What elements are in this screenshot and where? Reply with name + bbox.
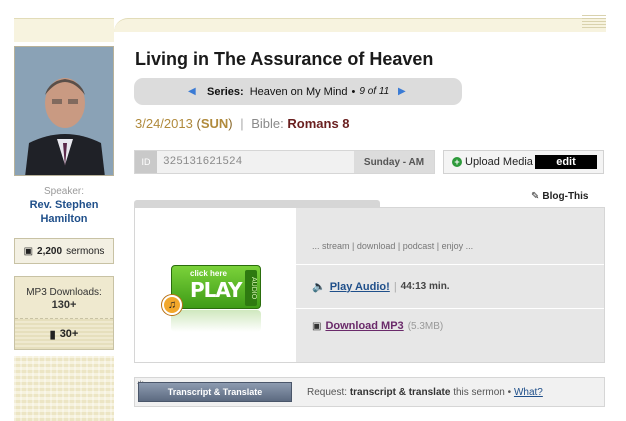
series-label: Series: — [207, 85, 244, 98]
request-suffix: this sermon • — [453, 387, 512, 398]
download-mp3-link[interactable]: Download MP3 — [325, 320, 403, 332]
audio-duration: 44:13 min. — [400, 281, 450, 292]
dateline-separator: | — [240, 116, 244, 131]
sermons-label: sermons — [66, 245, 105, 257]
id-tag: ID — [135, 151, 157, 173]
sermon-day: SUN — [200, 116, 229, 131]
play-audio-button[interactable]: click here PLAY AUDIO — [171, 265, 261, 309]
series-navigator: ◀ Series: Heaven on My Mind • 9 of 11 ▶ — [134, 78, 462, 105]
event-type: Sunday - AM — [354, 151, 434, 173]
edit-button[interactable]: edit — [535, 155, 597, 169]
pen-icon: ✎ — [531, 191, 540, 202]
series-prev-arrow-icon[interactable]: ◀ — [188, 86, 196, 97]
sermons-count: 2,200 — [37, 245, 63, 257]
transcript-bar: ✳ Transcript & Translate Request: transc… — [134, 377, 605, 407]
audio-label: AUDIO — [245, 270, 257, 306]
blog-this-label: Blog-This — [542, 191, 589, 202]
blog-this-link[interactable]: ✎ Blog-This — [531, 191, 589, 202]
play-area: click here PLAY AUDIO ♫ — [135, 208, 296, 362]
upload-media-box: + Upload Media edit — [443, 150, 604, 174]
top-stripes-decoration — [582, 14, 606, 28]
sermon-title: Living in The Assurance of Heaven — [135, 49, 434, 69]
sermons-icon: ▣ — [23, 245, 34, 257]
speaker-label: Speaker: — [43, 186, 85, 197]
speaker-name-link[interactable]: Rev. Stephen Hamilton — [14, 198, 114, 226]
series-name-link[interactable]: Heaven on My Mind — [250, 86, 348, 98]
sermons-count-box[interactable]: ▣ 2,200 sermons — [14, 238, 114, 264]
speaker-volume-icon: 🔈 — [312, 281, 326, 293]
mp3-downloads-box[interactable]: MP3 Downloads: 130+ ▮ 30+ — [14, 276, 114, 350]
series-next-arrow-icon[interactable]: ▶ — [398, 86, 406, 97]
mp3-downloads-count: 130+ — [51, 299, 77, 311]
sermon-dateline: 3/24/2013 (SUN) | Bible: Romans 8 — [135, 116, 350, 131]
day-close-paren: ) — [228, 116, 233, 131]
plus-icon: + — [452, 157, 462, 167]
click-here-label: click here — [190, 269, 227, 278]
play-row-separator: | — [393, 280, 397, 293]
download-file-size: (5.3MB) — [407, 320, 444, 332]
floppy-disk-icon: ▣ — [312, 320, 322, 332]
download-row: ▣ Download MP3 (5.3MB) — [312, 320, 443, 332]
headphones-icon: ♫ — [162, 295, 182, 315]
left-pattern-decoration — [14, 356, 114, 421]
player-box: click here PLAY AUDIO ♫ ... stream | dow… — [134, 207, 605, 363]
stream-options-text: ... stream | download | podcast | enjoy … — [312, 241, 474, 251]
series-dot: • — [351, 85, 356, 98]
series-position: 9 of 11 — [359, 86, 390, 97]
upload-media-link[interactable]: Upload Media — [465, 156, 533, 168]
bible-label: Bible: — [251, 116, 284, 131]
mobile-downloads-count: 30+ — [59, 328, 79, 340]
play-audio-link[interactable]: Play Audio! — [330, 281, 390, 293]
mp3-downloads-top: MP3 Downloads: 130+ — [15, 277, 113, 319]
bible-reference-link[interactable]: Romans 8 — [287, 116, 349, 131]
speaker-photo — [14, 46, 114, 176]
mp3-downloads-label: MP3 Downloads: — [26, 287, 102, 298]
transcript-request-text: Request: transcript & translate this ser… — [307, 387, 543, 398]
player-divider — [296, 264, 604, 265]
sermon-id-bar: ID 325131621524 Sunday - AM — [134, 150, 435, 174]
play-label: PLAY — [190, 278, 242, 302]
left-column: Speaker: Rev. Stephen Hamilton ▣ 2,200 s… — [14, 0, 114, 421]
mobile-phone-icon: ▮ — [49, 328, 56, 341]
play-button-reflection — [171, 310, 261, 332]
what-link[interactable]: What? — [514, 387, 543, 398]
sermon-id-value: 325131621524 — [163, 156, 243, 168]
transcript-translate-button[interactable]: Transcript & Translate — [138, 382, 292, 402]
play-audio-row: 🔈 Play Audio! | 44:13 min. — [312, 280, 450, 294]
player-divider-2 — [296, 308, 604, 309]
top-bar — [114, 18, 606, 32]
right-edge — [617, 0, 626, 421]
player-info-panel: ... stream | download | podcast | enjoy … — [296, 208, 604, 362]
request-prefix: Request: — [307, 387, 348, 398]
mobile-downloads: ▮ 30+ — [15, 319, 113, 349]
sermon-date: 3/24/2013 — [135, 116, 193, 131]
left-top-strip — [14, 18, 114, 42]
request-link[interactable]: transcript & translate — [350, 387, 451, 398]
